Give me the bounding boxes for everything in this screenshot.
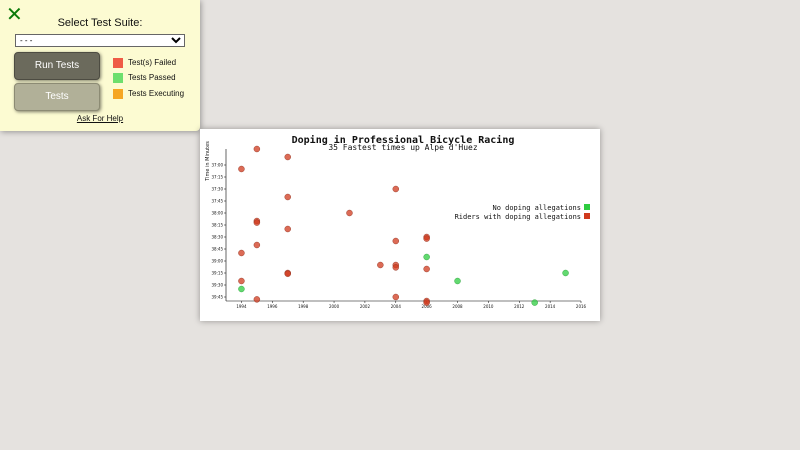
doping-point xyxy=(346,209,353,217)
doping-point xyxy=(392,185,399,193)
doping-point xyxy=(238,165,245,173)
x-tick-label: 1996 xyxy=(267,304,278,309)
y-tick-label: 39:30 xyxy=(211,283,223,288)
y-tick-label: 37:00 xyxy=(211,163,223,168)
x-tick-label: 1998 xyxy=(298,304,309,309)
legend-no-doping-label: No doping allegations xyxy=(492,204,581,212)
y-tick-label: 38:30 xyxy=(211,235,223,240)
x-tick-label: 2008 xyxy=(452,304,463,309)
suite-title: Select Test Suite: xyxy=(57,17,143,29)
y-axis-label: Time in Minutes xyxy=(205,141,211,182)
y-tick-label: 37:45 xyxy=(211,199,223,204)
chart-card: Doping in Professional Bicycle Racing 35… xyxy=(200,129,600,321)
no-doping-point xyxy=(238,285,245,293)
x-tick-label: 2002 xyxy=(360,304,371,309)
scatter-chart: Doping in Professional Bicycle Racing 35… xyxy=(205,134,590,309)
x-tick-label: 1994 xyxy=(236,304,247,309)
chart-subtitle: 35 Fastest times up Alpe d'Huez xyxy=(328,143,477,152)
doping-point xyxy=(253,296,261,303)
doping-point xyxy=(423,235,430,242)
doping-point xyxy=(284,225,291,233)
x-tick-label: 2004 xyxy=(391,304,402,309)
y-tick-label: 37:15 xyxy=(211,175,223,180)
no-doping-point xyxy=(562,269,569,277)
x-tick-label: 2012 xyxy=(514,304,525,309)
legend-doping-swatch xyxy=(584,213,590,219)
y-tick-label: 38:00 xyxy=(211,211,223,216)
passed-swatch xyxy=(113,73,123,83)
executing-swatch xyxy=(113,89,123,99)
axes: 1994 1996 1998 2000 2002 2004 2006 2008 2010 2012… xyxy=(211,149,587,309)
x-tick-label: 2014 xyxy=(545,304,556,309)
failed-label: Test(s) Failed xyxy=(128,58,177,67)
tests-button[interactable]: Tests xyxy=(14,83,100,111)
x-tick-label: 2016 xyxy=(576,304,587,309)
y-tick-label: 38:15 xyxy=(211,223,223,228)
y-tick-label: 38:45 xyxy=(211,247,223,252)
x-tick-label: 2010 xyxy=(483,304,494,309)
run-tests-button[interactable]: Run Tests xyxy=(14,52,100,80)
y-tick-label: 39:45 xyxy=(211,295,223,300)
doping-point xyxy=(238,249,245,257)
ask-for-help-link[interactable]: Ask For Help xyxy=(0,114,200,123)
doping-point xyxy=(253,241,261,249)
doping-point xyxy=(392,237,399,245)
doping-point xyxy=(284,193,291,201)
failed-swatch xyxy=(113,58,123,68)
no-doping-point xyxy=(531,299,538,306)
doping-point xyxy=(377,261,384,269)
legend-doping-label: Riders with doping allegations xyxy=(455,213,581,221)
y-tick-label: 39:15 xyxy=(211,271,223,276)
legend-no-doping-swatch xyxy=(584,204,590,210)
doping-point xyxy=(284,153,291,161)
doping-point xyxy=(284,270,291,278)
doping-point xyxy=(392,264,399,271)
data-points xyxy=(238,145,569,306)
doping-point xyxy=(423,265,430,273)
test-suite-select[interactable]: - - - xyxy=(15,34,185,47)
chart-legend: No doping allegations Riders with doping… xyxy=(455,204,590,221)
doping-point xyxy=(423,299,430,306)
no-doping-point xyxy=(423,253,430,261)
y-tick-label: 39:00 xyxy=(211,259,223,264)
doping-point xyxy=(253,219,261,226)
test-suite-panel: ✕ Select Test Suite: - - - Run Tests Tes… xyxy=(0,0,200,131)
doping-point xyxy=(238,277,245,285)
executing-label: Tests Executing xyxy=(128,89,185,98)
no-doping-point xyxy=(454,277,461,285)
passed-label: Tests Passed xyxy=(128,73,176,82)
doping-point xyxy=(392,293,399,301)
y-tick-label: 37:30 xyxy=(211,187,223,192)
x-tick-label: 2000 xyxy=(329,304,340,309)
doping-point xyxy=(253,145,261,153)
